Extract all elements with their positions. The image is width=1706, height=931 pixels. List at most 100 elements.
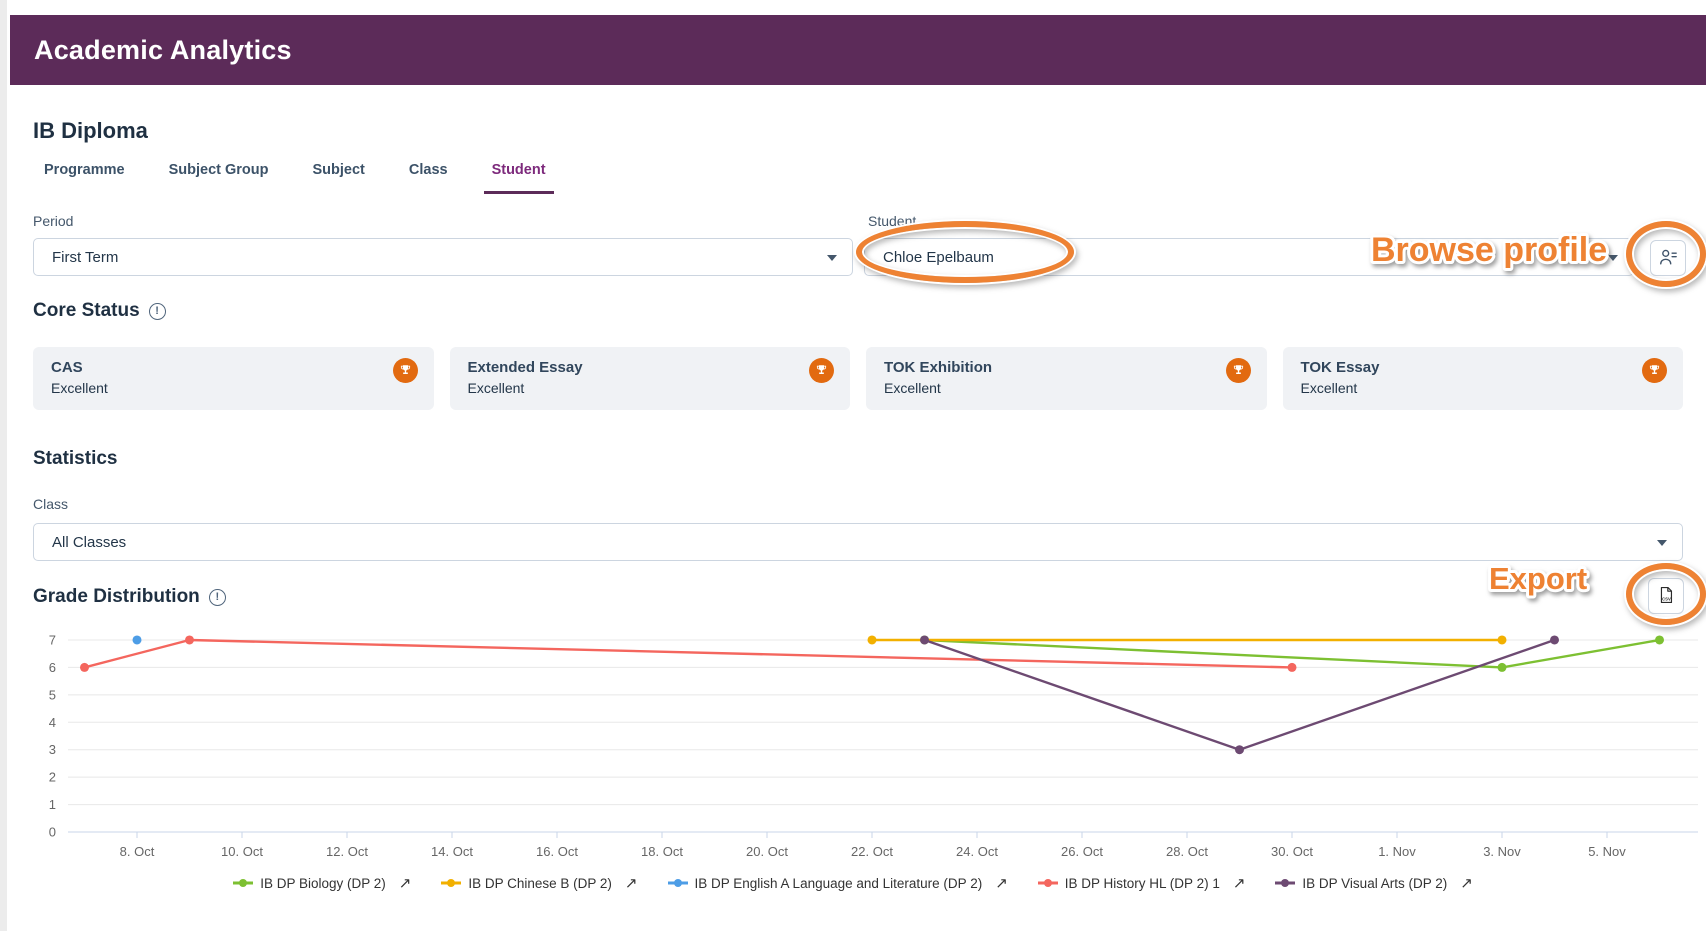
annotation-label-export: Export bbox=[1484, 556, 1620, 602]
data-point-ib-dp-history-hl-dp-2-1 bbox=[80, 663, 89, 672]
statistics-title: Statistics bbox=[33, 448, 117, 470]
data-point-ib-dp-history-hl-dp-2-1 bbox=[185, 635, 194, 644]
svg-text:CSV: CSV bbox=[1662, 596, 1671, 601]
core-status-cards: CAS Excellent Extended Essay Excellent T… bbox=[33, 347, 1683, 410]
person-list-icon bbox=[1658, 247, 1678, 270]
data-point-ib-dp-chinese-b-dp-2 bbox=[1498, 635, 1507, 644]
chevron-down-icon bbox=[827, 255, 837, 261]
legend-item-ib-dp-history-hl-dp-2-1[interactable]: IB DP History HL (DP 2) 1↗ bbox=[1038, 874, 1246, 892]
class-select[interactable]: All Classes bbox=[33, 523, 1683, 561]
y-axis-label: 6 bbox=[49, 660, 56, 675]
x-axis-label: 28. Oct bbox=[1166, 844, 1208, 859]
legend-label: IB DP Visual Arts (DP 2) bbox=[1302, 876, 1447, 891]
period-select-value: First Term bbox=[52, 249, 118, 266]
tab-programme[interactable]: Programme bbox=[36, 158, 133, 194]
student-label: Student bbox=[868, 213, 916, 229]
x-axis-label: 5. Nov bbox=[1588, 844, 1626, 859]
series-line-ib-dp-history-hl-dp-2-1 bbox=[85, 640, 1293, 667]
external-link-arrow-icon[interactable]: ↗ bbox=[1233, 874, 1246, 892]
student-select-value: Chloe Epelbaum bbox=[883, 249, 994, 266]
header-bar: Academic Analytics bbox=[10, 15, 1706, 85]
grade-distribution-heading: Grade Distribution bbox=[33, 586, 226, 608]
info-icon[interactable] bbox=[209, 589, 226, 606]
period-select[interactable]: First Term bbox=[33, 238, 853, 276]
student-select[interactable]: Chloe Epelbaum bbox=[864, 238, 1634, 276]
card-title: TOK Exhibition bbox=[884, 359, 1249, 376]
x-axis-label: 16. Oct bbox=[536, 844, 578, 859]
page-header-title: Academic Analytics bbox=[10, 15, 1706, 85]
core-card-tok-essay: TOK Essay Excellent bbox=[1283, 347, 1684, 410]
y-axis-label: 3 bbox=[49, 742, 56, 757]
external-link-arrow-icon[interactable]: ↗ bbox=[995, 874, 1008, 892]
legend-item-ib-dp-english-a-language-and-literature-dp-2[interactable]: IB DP English A Language and Literature … bbox=[668, 874, 1008, 892]
card-title: Extended Essay bbox=[468, 359, 833, 376]
x-axis-label: 24. Oct bbox=[956, 844, 998, 859]
y-axis-label: 5 bbox=[49, 687, 56, 702]
card-title: CAS bbox=[51, 359, 416, 376]
tab-class[interactable]: Class bbox=[401, 158, 456, 194]
legend-label: IB DP Chinese B (DP 2) bbox=[468, 876, 612, 891]
core-card-tok-exhibition: TOK Exhibition Excellent bbox=[866, 347, 1267, 410]
data-point-ib-dp-biology-dp-2 bbox=[1655, 635, 1664, 644]
info-icon[interactable] bbox=[149, 303, 166, 320]
analytics-tabs: Programme Subject Group Subject Class St… bbox=[36, 158, 554, 194]
data-point-ib-dp-history-hl-dp-2-1 bbox=[1288, 663, 1297, 672]
browse-profile-button[interactable] bbox=[1650, 240, 1686, 276]
y-axis-label: 4 bbox=[49, 715, 56, 730]
legend-marker bbox=[1275, 878, 1295, 888]
chevron-down-icon bbox=[1657, 540, 1667, 546]
legend-marker bbox=[233, 878, 253, 888]
grade-distribution-chart: 012345678. Oct10. Oct12. Oct14. Oct16. O… bbox=[0, 620, 1706, 870]
legend-label: IB DP English A Language and Literature … bbox=[695, 876, 983, 891]
programme-title: IB Diploma bbox=[33, 118, 148, 144]
x-axis-label: 12. Oct bbox=[326, 844, 368, 859]
data-point-ib-dp-english-a-language-and-literature-dp-2 bbox=[133, 635, 142, 644]
core-card-extended-essay: Extended Essay Excellent bbox=[450, 347, 851, 410]
tab-subject[interactable]: Subject bbox=[305, 158, 373, 194]
tab-student[interactable]: Student bbox=[484, 158, 554, 194]
legend-item-ib-dp-biology-dp-2[interactable]: IB DP Biology (DP 2) ↗ bbox=[233, 874, 411, 892]
external-link-arrow-icon[interactable]: ↗ bbox=[399, 874, 412, 892]
period-label: Period bbox=[33, 213, 73, 229]
class-select-value: All Classes bbox=[52, 534, 126, 551]
x-axis-label: 3. Nov bbox=[1483, 844, 1521, 859]
chevron-down-icon bbox=[1608, 255, 1618, 261]
class-label: Class bbox=[33, 496, 68, 512]
trophy-icon bbox=[1226, 358, 1251, 383]
x-axis-label: 30. Oct bbox=[1271, 844, 1313, 859]
x-axis-label: 22. Oct bbox=[851, 844, 893, 859]
y-axis-label: 2 bbox=[49, 770, 56, 785]
external-link-arrow-icon[interactable]: ↗ bbox=[625, 874, 638, 892]
y-axis-label: 0 bbox=[49, 825, 56, 840]
legend-marker bbox=[668, 878, 688, 888]
statistics-heading: Statistics bbox=[33, 448, 117, 470]
y-axis-label: 7 bbox=[49, 632, 56, 647]
core-card-cas: CAS Excellent bbox=[33, 347, 434, 410]
academic-analytics-page: Academic Analytics IB Diploma Programme … bbox=[0, 0, 1706, 931]
grade-distribution-title: Grade Distribution bbox=[33, 586, 200, 608]
export-button[interactable]: CSV bbox=[1648, 578, 1684, 614]
legend-item-ib-dp-chinese-b-dp-2[interactable]: IB DP Chinese B (DP 2) ↗ bbox=[441, 874, 637, 892]
card-title: TOK Essay bbox=[1301, 359, 1666, 376]
external-link-arrow-icon[interactable]: ↗ bbox=[1460, 874, 1473, 892]
legend-item-ib-dp-visual-arts-dp-2[interactable]: IB DP Visual Arts (DP 2) ↗ bbox=[1275, 874, 1472, 892]
card-status: Excellent bbox=[1301, 380, 1666, 396]
trophy-icon bbox=[809, 358, 834, 383]
card-status: Excellent bbox=[468, 380, 833, 396]
csv-file-icon: CSV bbox=[1656, 585, 1676, 608]
chart-legend: IB DP Biology (DP 2)↗IB DP Chinese B (DP… bbox=[0, 874, 1706, 892]
data-point-ib-dp-visual-arts-dp-2 bbox=[1235, 745, 1244, 754]
x-axis-label: 1. Nov bbox=[1378, 844, 1416, 859]
data-point-ib-dp-visual-arts-dp-2 bbox=[1550, 635, 1559, 644]
legend-label: IB DP Biology (DP 2) bbox=[260, 876, 386, 891]
legend-marker bbox=[441, 878, 461, 888]
x-axis-label: 26. Oct bbox=[1061, 844, 1103, 859]
core-status-heading: Core Status bbox=[33, 300, 166, 322]
trophy-icon bbox=[1642, 358, 1667, 383]
trophy-icon bbox=[393, 358, 418, 383]
x-axis-label: 10. Oct bbox=[221, 844, 263, 859]
x-axis-label: 18. Oct bbox=[641, 844, 683, 859]
x-axis-label: 20. Oct bbox=[746, 844, 788, 859]
x-axis-label: 8. Oct bbox=[120, 844, 155, 859]
tab-subject-group[interactable]: Subject Group bbox=[161, 158, 277, 194]
